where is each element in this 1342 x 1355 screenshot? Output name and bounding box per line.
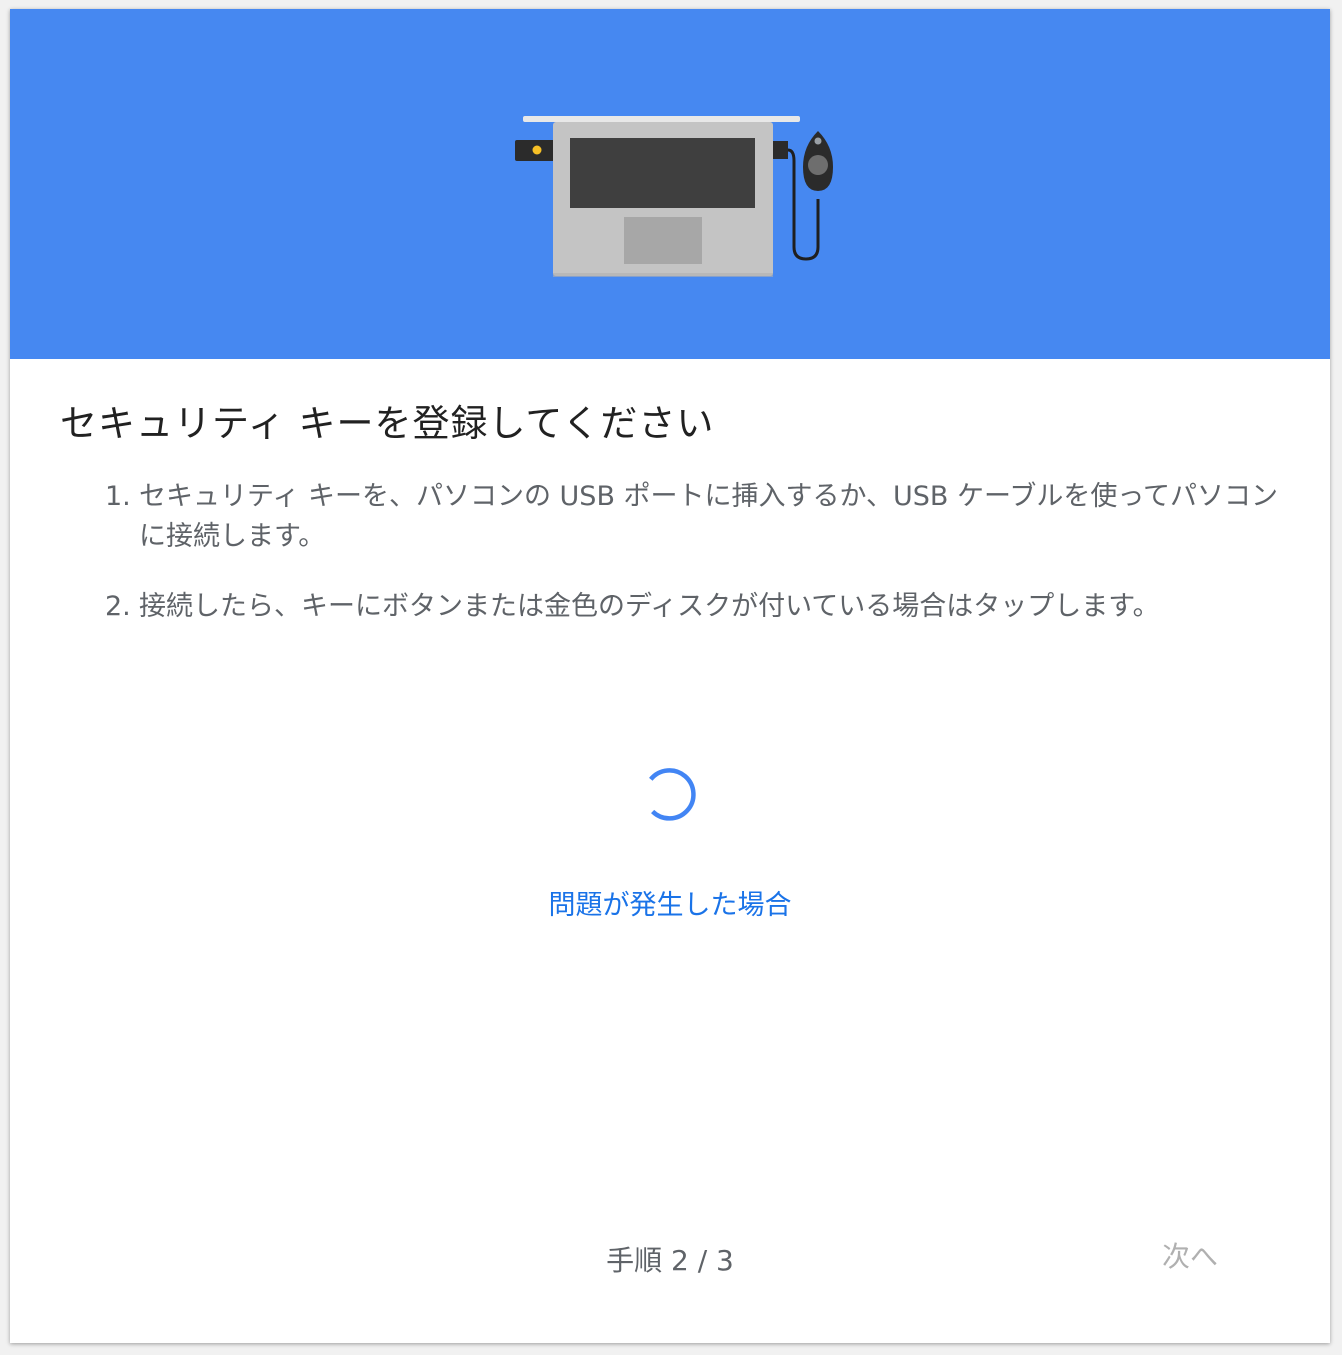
hero-banner: [10, 9, 1330, 359]
instruction-item: 1. セキュリティ キーを、パソコンの USB ポートに挿入するか、USB ケー…: [105, 477, 1285, 557]
next-button[interactable]: 次へ: [1140, 1235, 1240, 1279]
instruction-item: 2. 接続したら、キーにボタンまたは金色のディスクが付いている場合はタップします…: [105, 587, 1285, 627]
laptop-security-key-illustration: [515, 116, 833, 277]
instruction-number: 2.: [105, 591, 131, 622]
step-indicator: 手順 2 / 3: [606, 1244, 734, 1277]
instruction-list: 1. セキュリティ キーを、パソコンの USB ポートに挿入するか、USB ケー…: [105, 477, 1285, 657]
security-key-dialog: セキュリティ キーを登録してください 1. セキュリティ キーを、パソコンの U…: [10, 9, 1330, 1343]
instruction-text: セキュリティ キーを、パソコンの USB ポートに挿入するか、USB ケーブルを…: [139, 481, 1279, 552]
dialog-title: セキュリティ キーを登録してください: [60, 402, 715, 445]
instruction-number: 1.: [105, 481, 131, 512]
loading-spinner-icon: [649, 768, 696, 821]
instruction-text: 接続したら、キーにボタンまたは金色のディスクが付いている場合はタップします。: [139, 591, 1160, 622]
troubleshooting-link[interactable]: 問題が発生した場合: [10, 883, 1330, 922]
